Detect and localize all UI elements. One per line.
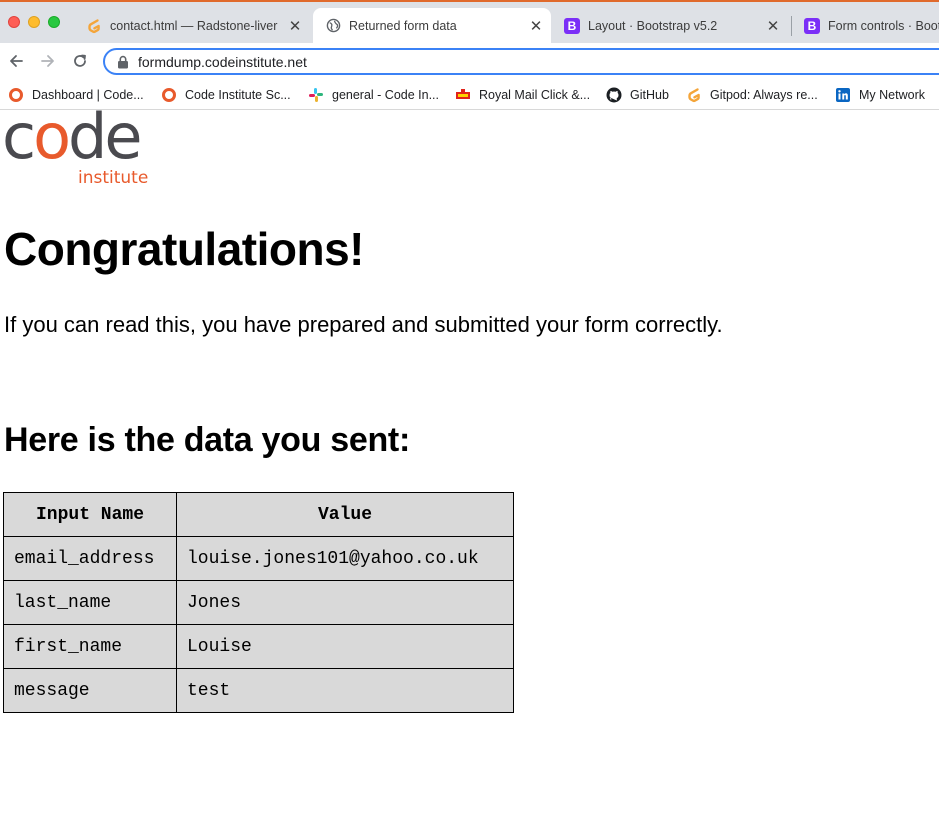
value-cell: louise.jones101@yahoo.co.uk: [176, 536, 514, 581]
close-icon[interactable]: ✕: [764, 17, 782, 35]
table-row: last_name Jones: [3, 580, 514, 625]
tab-label: Returned form data: [349, 18, 457, 33]
bookmark-github[interactable]: GitHub: [606, 85, 669, 105]
value-cell: Jones: [176, 580, 514, 625]
bookmark-label: GitHub: [630, 88, 669, 102]
tab-bootstrap-layout[interactable]: B Layout · Bootstrap v5.2 ✕: [552, 8, 788, 43]
input-name-cell: email_address: [3, 536, 177, 581]
address-bar[interactable]: formdump.codeinstitute.net: [103, 48, 939, 75]
bootstrap-icon: B: [804, 17, 820, 34]
arrow-left-icon: [10, 55, 23, 67]
github-icon: [606, 87, 622, 103]
bookmark-gitpod[interactable]: Gitpod: Always re...: [686, 85, 818, 105]
minimize-window-button[interactable]: [28, 16, 40, 28]
table-header-row: Input Name Value: [3, 492, 514, 537]
lock-icon: [118, 55, 128, 68]
tab-contact-html[interactable]: contact.html — Radstone-liver ✕: [74, 8, 310, 43]
input-name-cell: last_name: [3, 580, 177, 625]
gitpod-icon: [86, 18, 102, 34]
page-title: Congratulations!: [4, 223, 364, 275]
value-cell: Louise: [176, 624, 514, 669]
bookmark-label: Gitpod: Always re...: [710, 88, 818, 102]
tab-label: Form controls · Boot: [828, 18, 939, 33]
forward-button[interactable]: [38, 51, 58, 71]
close-window-button[interactable]: [8, 16, 20, 28]
data-heading: Here is the data you sent:: [4, 421, 410, 459]
column-header-input-name: Input Name: [3, 492, 177, 537]
bookmarks-bar: Dashboard | Code... Code Institute Sc...…: [0, 80, 939, 110]
value-cell: test: [176, 668, 514, 713]
tab-strip: contact.html — Radstone-liver ✕ Returned…: [0, 0, 939, 43]
arrow-right-icon: [41, 55, 54, 67]
bookmark-label: Code Institute Sc...: [185, 88, 291, 102]
tab-label: Layout · Bootstrap v5.2: [588, 18, 718, 33]
bookmark-label: general - Code In...: [332, 88, 440, 102]
slack-icon: [308, 87, 324, 103]
column-header-value: Value: [176, 492, 514, 537]
code-institute-logo: code institute: [2, 106, 162, 190]
back-button[interactable]: [6, 51, 26, 71]
table-row: first_name Louise: [3, 624, 514, 669]
close-icon[interactable]: ✕: [527, 17, 545, 35]
zoom-window-button[interactable]: [48, 16, 60, 28]
royal-mail-icon: [455, 87, 471, 103]
input-name-cell: message: [3, 668, 177, 713]
bookmark-my-network[interactable]: My Network: [835, 85, 925, 105]
logo-subtitle: institute: [78, 168, 149, 188]
bookmark-code-institute[interactable]: Code Institute Sc...: [161, 85, 291, 105]
form-data-table: Input Name Value email_address louise.jo…: [3, 492, 514, 713]
success-message: If you can read this, you have prepared …: [4, 312, 723, 337]
gitpod-icon: [686, 87, 702, 103]
bootstrap-icon: B: [564, 17, 580, 34]
linkedin-icon: [835, 87, 851, 103]
reload-icon: [74, 54, 86, 67]
tab-label: contact.html — Radstone-liver: [110, 18, 278, 33]
tab-bootstrap-form-controls[interactable]: B Form controls · Boot: [792, 8, 939, 43]
bookmark-royal-mail[interactable]: Royal Mail Click &...: [455, 85, 590, 105]
url-text: formdump.codeinstitute.net: [138, 53, 307, 70]
tab-returned-form-data[interactable]: Returned form data ✕: [313, 8, 551, 43]
table-row: message test: [3, 668, 514, 713]
bookmark-label: My Network: [859, 88, 925, 102]
logo-word: code: [2, 100, 143, 173]
bookmark-label: Royal Mail Click &...: [479, 88, 591, 102]
bookmark-slack-general[interactable]: general - Code In...: [308, 85, 439, 105]
reload-button[interactable]: [70, 51, 90, 71]
codeinstitute-icon: [161, 87, 177, 103]
input-name-cell: first_name: [3, 624, 177, 669]
table-row: email_address louise.jones101@yahoo.co.u…: [3, 536, 514, 581]
globe-icon: [325, 18, 341, 34]
browser-toolbar: formdump.codeinstitute.net: [0, 43, 939, 80]
close-icon[interactable]: ✕: [286, 17, 304, 35]
